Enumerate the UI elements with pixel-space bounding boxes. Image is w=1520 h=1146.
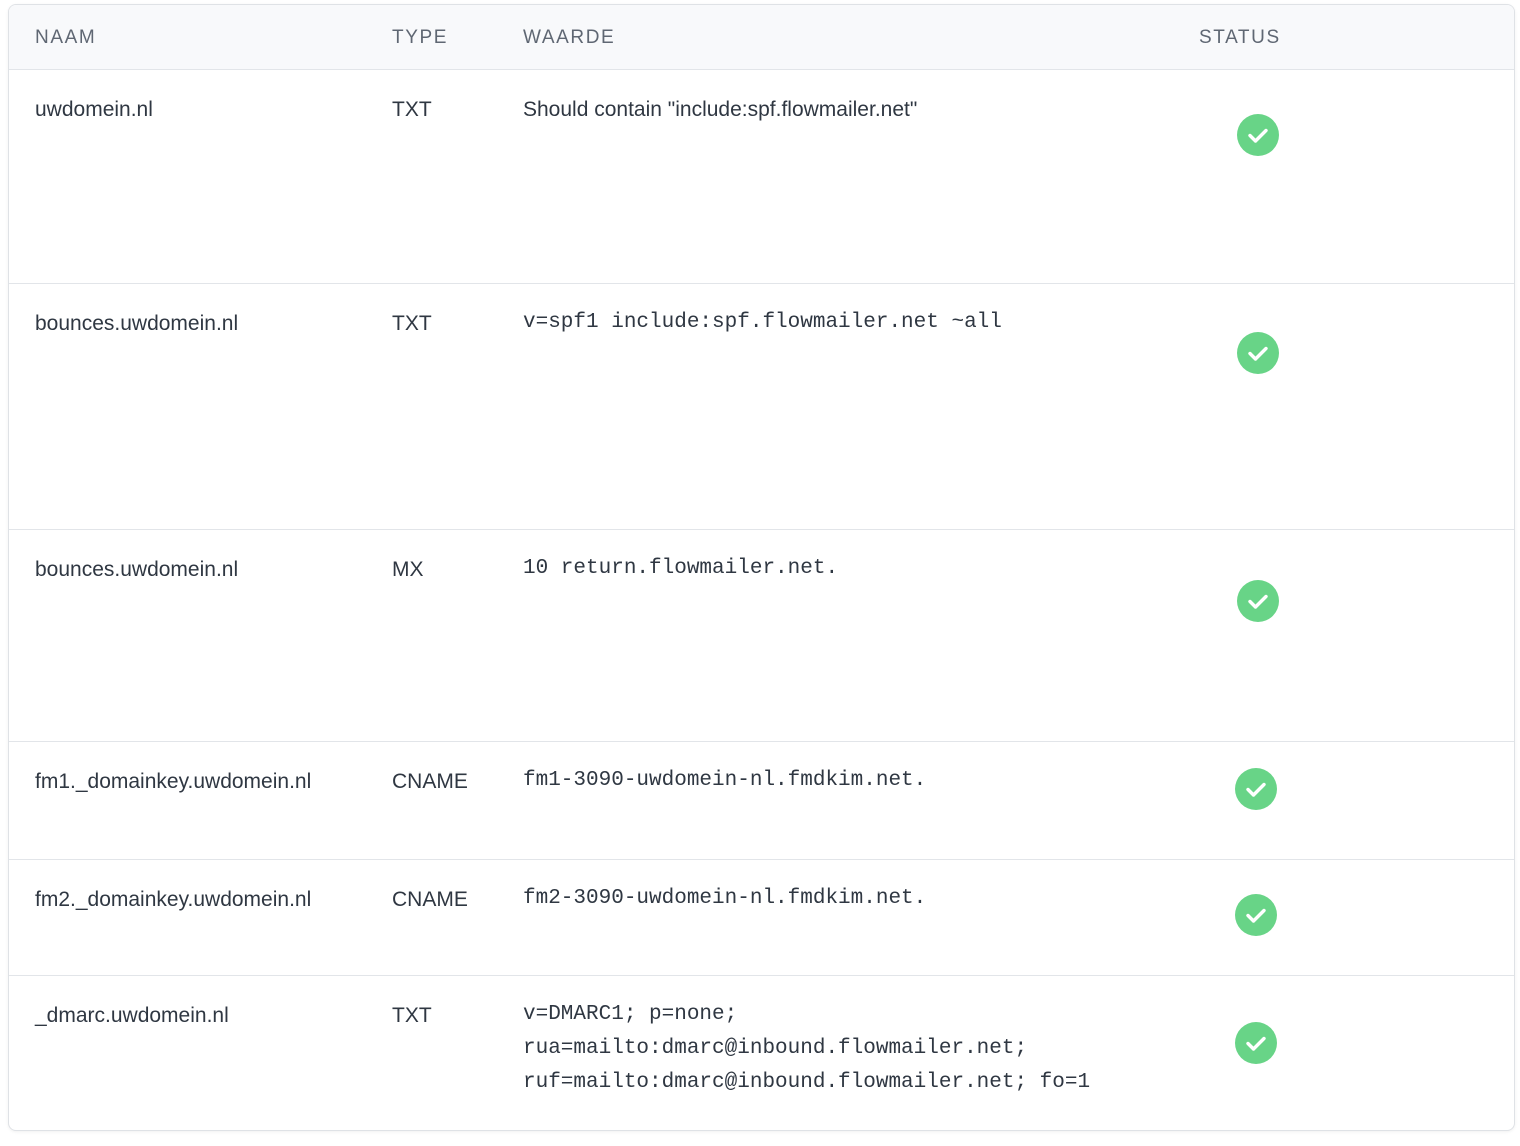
table-row: _dmarc.uwdomein.nl TXT v=DMARC1; p=none;… xyxy=(9,976,1514,1130)
record-value: Should contain "include:spf.flowmailer.n… xyxy=(523,98,918,121)
header-value: WAARDE xyxy=(523,27,616,48)
check-circle-icon xyxy=(1237,332,1279,374)
record-name: uwdomein.nl xyxy=(35,98,153,121)
record-type: CNAME xyxy=(392,888,468,911)
record-name: bounces.uwdomein.nl xyxy=(35,558,239,581)
header-type: TYPE xyxy=(392,27,449,48)
record-type: TXT xyxy=(392,98,432,121)
record-type: CNAME xyxy=(392,770,468,793)
record-type: TXT xyxy=(392,1004,432,1027)
check-circle-icon xyxy=(1237,580,1279,622)
record-value: fm2-3090-uwdomein-nl.fmdkim.net. xyxy=(523,887,927,910)
record-value: v=spf1 include:spf.flowmailer.net ~all xyxy=(523,311,1002,334)
record-name: bounces.uwdomein.nl xyxy=(35,312,239,335)
record-name: _dmarc.uwdomein.nl xyxy=(35,1004,229,1027)
record-name: fm1._domainkey.uwdomein.nl xyxy=(35,770,312,793)
record-value: 10 return.flowmailer.net. xyxy=(523,557,839,580)
record-type: TXT xyxy=(392,312,432,335)
dns-records-table: NAAM TYPE WAARDE STATUS uwdomein.nl TXT … xyxy=(8,4,1515,1131)
check-circle-icon xyxy=(1235,1022,1277,1064)
record-value: fm1-3090-uwdomein-nl.fmdkim.net. xyxy=(523,769,927,792)
record-type: MX xyxy=(392,558,424,581)
header-status: STATUS xyxy=(1199,27,1281,48)
table-row: fm2._domainkey.uwdomein.nl CNAME fm2-309… xyxy=(9,860,1514,976)
table-header: NAAM TYPE WAARDE STATUS xyxy=(9,5,1514,70)
table-row: bounces.uwdomein.nl TXT v=spf1 include:s… xyxy=(9,284,1514,530)
table-row: bounces.uwdomein.nl MX 10 return.flowmai… xyxy=(9,530,1514,742)
table-row: fm1._domainkey.uwdomein.nl CNAME fm1-309… xyxy=(9,742,1514,860)
check-circle-icon xyxy=(1237,114,1279,156)
check-circle-icon xyxy=(1235,894,1277,936)
check-circle-icon xyxy=(1235,768,1277,810)
record-name: fm2._domainkey.uwdomein.nl xyxy=(35,888,312,911)
record-value: v=DMARC1; p=none; rua=mailto:dmarc@inbou… xyxy=(523,1003,1091,1094)
header-name: NAAM xyxy=(35,27,97,48)
table-row: uwdomein.nl TXT Should contain "include:… xyxy=(9,70,1514,284)
